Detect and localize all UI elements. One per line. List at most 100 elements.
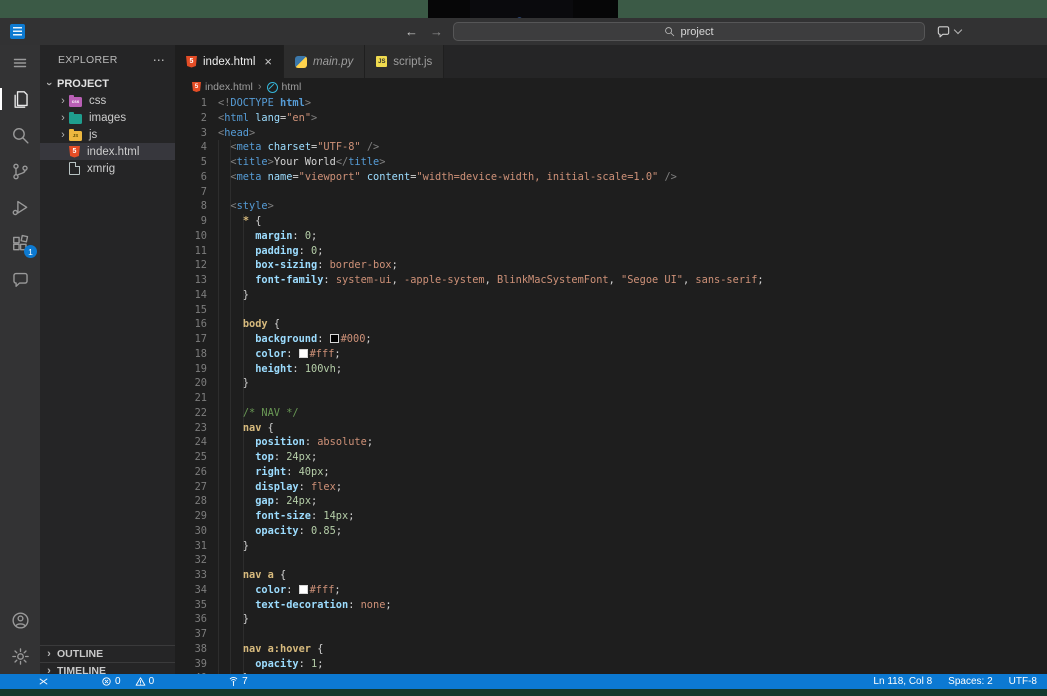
line-number: 3 xyxy=(175,126,207,141)
code-line-7[interactable]: 7 xyxy=(175,185,1047,200)
activity-run-debug-button[interactable] xyxy=(0,189,40,225)
activity-extensions-button[interactable]: 1 xyxy=(0,225,40,261)
code-line-39[interactable]: 39 opacity: 1; xyxy=(175,657,1047,672)
tree-item-js[interactable]: ›JSjs xyxy=(40,126,175,143)
code-line-28[interactable]: 28 gap: 24px; xyxy=(175,494,1047,509)
code-line-22[interactable]: 22 /* NAV */ xyxy=(175,406,1047,421)
tree-item-xmrig[interactable]: xmrig xyxy=(40,160,175,177)
line-content: nav { xyxy=(218,421,274,436)
activity-settings-button[interactable] xyxy=(0,638,40,674)
tree-item-index.html[interactable]: 5index.html xyxy=(40,143,175,160)
color-swatch[interactable] xyxy=(330,334,339,343)
code-line-34[interactable]: 34 color: #fff; xyxy=(175,583,1047,598)
breadcrumb-item-html[interactable]: html xyxy=(267,81,302,93)
tab-main.py[interactable]: main.py xyxy=(284,45,365,78)
menu-icon xyxy=(12,55,28,71)
status-indentation[interactable]: Spaces: 2 xyxy=(948,676,992,687)
code-line-33[interactable]: 33 nav a { xyxy=(175,568,1047,583)
code-line-31[interactable]: 31 } xyxy=(175,539,1047,554)
code-line-16[interactable]: 16 body { xyxy=(175,317,1047,332)
code-line-26[interactable]: 26 right: 40px; xyxy=(175,465,1047,480)
tree-root-project[interactable]: › PROJECT xyxy=(40,75,175,92)
color-swatch[interactable] xyxy=(299,585,308,594)
activity-menu-button[interactable] xyxy=(0,45,40,81)
code-line-11[interactable]: 11 padding: 0; xyxy=(175,244,1047,259)
code-area[interactable]: 1<!DOCTYPE html>2<html lang="en">3 <head>… xyxy=(175,96,1047,674)
forward-arrow-button[interactable]: → xyxy=(430,24,443,39)
back-arrow-button[interactable]: ← xyxy=(405,24,418,39)
status-encoding[interactable]: UTF-8 xyxy=(1009,676,1037,687)
line-number: 31 xyxy=(175,539,207,554)
tab-script.js[interactable]: JSscript.js xyxy=(365,45,444,78)
activity-search-button[interactable] xyxy=(0,117,40,153)
code-line-12[interactable]: 12 box-sizing: border-box; xyxy=(175,258,1047,273)
line-number: 4 xyxy=(175,140,207,155)
code-line-32[interactable]: 32 xyxy=(175,553,1047,568)
code-line-3[interactable]: 3 <head> xyxy=(175,126,1047,141)
outline-panel-header[interactable]: › OUTLINE xyxy=(40,645,175,661)
explorer-icon xyxy=(11,90,30,109)
code-line-35[interactable]: 35 text-decoration: none; xyxy=(175,598,1047,613)
code-line-15[interactable]: 15 xyxy=(175,303,1047,318)
code-line-21[interactable]: 21 xyxy=(175,391,1047,406)
line-content: height: 100vh; xyxy=(218,362,342,377)
tree-root-label: PROJECT xyxy=(57,78,109,90)
breadcrumb: 5index.html›html xyxy=(175,79,1047,95)
more-actions-icon[interactable]: ⋯ xyxy=(153,53,165,67)
line-number: 39 xyxy=(175,657,207,672)
line-number: 10 xyxy=(175,229,207,244)
code-line-18[interactable]: 18 color: #fff; xyxy=(175,347,1047,362)
code-line-4[interactable]: 4 <meta charset="UTF-8" /> xyxy=(175,140,1047,155)
code-line-9[interactable]: 9 * { xyxy=(175,214,1047,229)
line-number: 35 xyxy=(175,598,207,613)
code-line-1[interactable]: 1<!DOCTYPE html> xyxy=(175,96,1047,111)
sidebar-header: EXPLORER ⋯ xyxy=(40,45,175,75)
code-line-6[interactable]: 6 <meta name="viewport" content="width=d… xyxy=(175,170,1047,185)
line-content: <style> xyxy=(218,199,274,214)
activity-explorer-button[interactable] xyxy=(0,81,40,117)
status-problems-errors[interactable]: 0 xyxy=(101,676,121,687)
status-cursor-position[interactable]: Ln 118, Col 8 xyxy=(873,676,932,687)
line-content: <head> xyxy=(218,126,255,141)
html-file-icon: 5 xyxy=(192,82,201,92)
code-line-29[interactable]: 29 font-size: 14px; xyxy=(175,509,1047,524)
code-line-30[interactable]: 30 opacity: 0.85; xyxy=(175,524,1047,539)
code-line-25[interactable]: 25 top: 24px; xyxy=(175,450,1047,465)
html-file-icon: 5 xyxy=(69,146,80,158)
code-line-19[interactable]: 19 height: 100vh; xyxy=(175,362,1047,377)
code-line-10[interactable]: 10 margin: 0; xyxy=(175,229,1047,244)
activity-source-control-button[interactable] xyxy=(0,153,40,189)
code-line-20[interactable]: 20 } xyxy=(175,376,1047,391)
tree-item-images[interactable]: ›images xyxy=(40,109,175,126)
status-remote-indicator[interactable] xyxy=(38,676,49,687)
tree-item-css[interactable]: ›csscss xyxy=(40,92,175,109)
breadcrumb-item-index.html[interactable]: 5index.html xyxy=(192,81,253,93)
code-line-14[interactable]: 14 } xyxy=(175,288,1047,303)
folder-badge: css xyxy=(69,99,82,104)
code-line-5[interactable]: 5 <title>Your World</title> xyxy=(175,155,1047,170)
line-content: text-decoration: none; xyxy=(218,598,392,613)
color-swatch[interactable] xyxy=(299,349,308,358)
code-line-13[interactable]: 13 font-family: system-ui, -apple-system… xyxy=(175,273,1047,288)
code-line-2[interactable]: 2<html lang="en"> xyxy=(175,111,1047,126)
code-line-37[interactable]: 37 xyxy=(175,627,1047,642)
code-line-24[interactable]: 24 position: absolute; xyxy=(175,435,1047,450)
status-right: Ln 118, Col 8 Spaces: 2 UTF-8 xyxy=(873,674,1047,689)
status-ports-forwarded[interactable]: 7 xyxy=(228,676,248,687)
tab-index.html[interactable]: 5index.html× xyxy=(175,45,284,78)
code-line-38[interactable]: 38 nav a:hover { xyxy=(175,642,1047,657)
activity-account-button[interactable] xyxy=(0,602,40,638)
copilot-chat-button[interactable] xyxy=(936,18,961,45)
code-line-17[interactable]: 17 background: #000; xyxy=(175,332,1047,347)
code-line-8[interactable]: 8 <style> xyxy=(175,199,1047,214)
code-line-23[interactable]: 23 nav { xyxy=(175,421,1047,436)
source-control-icon xyxy=(11,162,30,181)
line-content: position: absolute; xyxy=(218,435,373,450)
code-line-27[interactable]: 27 display: flex; xyxy=(175,480,1047,495)
activity-chat-button[interactable] xyxy=(0,261,40,297)
line-content: top: 24px; xyxy=(218,450,317,465)
command-center-search[interactable]: project xyxy=(453,22,925,41)
code-line-36[interactable]: 36 } xyxy=(175,612,1047,627)
close-tab-icon[interactable]: × xyxy=(264,55,272,68)
status-problems-warnings[interactable]: 0 xyxy=(135,676,155,687)
